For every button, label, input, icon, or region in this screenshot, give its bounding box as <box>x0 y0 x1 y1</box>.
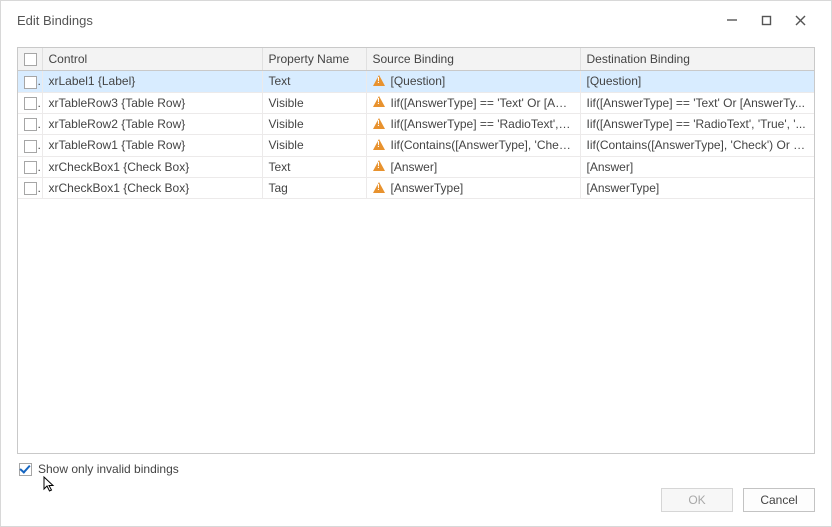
cell-control: xrCheckBox1 {Check Box} <box>42 156 262 177</box>
close-icon <box>795 15 806 26</box>
header-property[interactable]: Property Name <box>262 48 366 71</box>
cell-property: Visible <box>262 135 366 156</box>
content-area: Control Property Name Source Binding Des… <box>1 39 831 526</box>
header-checkbox[interactable] <box>24 53 37 66</box>
warning-icon <box>373 182 385 193</box>
header-control[interactable]: Control <box>42 48 262 71</box>
row-checkbox[interactable] <box>24 161 37 174</box>
row-checkbox[interactable] <box>24 182 37 195</box>
warning-icon <box>373 96 385 107</box>
row-checkbox-cell[interactable] <box>18 135 42 156</box>
cell-destination: [Answer] <box>580 156 814 177</box>
table-row[interactable]: xrTableRow3 {Table Row}Visible Iif([Answe… <box>18 92 814 113</box>
cell-property: Visible <box>262 92 366 113</box>
close-button[interactable] <box>783 6 817 34</box>
bindings-grid[interactable]: Control Property Name Source Binding Des… <box>17 47 815 454</box>
warning-icon <box>373 118 385 129</box>
cell-destination: Iif([AnswerType] == 'RadioText', 'True',… <box>580 113 814 134</box>
header-destination[interactable]: Destination Binding <box>580 48 814 71</box>
header-row: Control Property Name Source Binding Des… <box>18 48 814 71</box>
warning-icon <box>373 139 385 150</box>
cell-source: Iif([AnswerType] == 'Text' Or [Answ... <box>366 92 580 113</box>
cell-control: xrCheckBox1 {Check Box} <box>42 177 262 198</box>
cell-destination: [AnswerType] <box>580 177 814 198</box>
table-row[interactable]: xrCheckBox1 {Check Box}Text [Answer] [Answ… <box>18 156 814 177</box>
table-row[interactable]: xrLabel1 {Label}Text [Question] [Question] <box>18 71 814 92</box>
titlebar: Edit Bindings <box>1 1 831 39</box>
source-text: [Question] <box>391 74 446 88</box>
button-row: OK Cancel <box>17 478 815 512</box>
footer-row: Show only invalid bindings <box>17 454 815 478</box>
show-only-invalid-label: Show only invalid bindings <box>38 462 179 476</box>
cell-control: xrTableRow3 {Table Row} <box>42 92 262 113</box>
maximize-icon <box>761 15 772 26</box>
bindings-table: Control Property Name Source Binding Des… <box>18 48 814 199</box>
cell-destination: Iif(Contains([AnswerType], 'Check') Or C… <box>580 135 814 156</box>
minimize-button[interactable] <box>715 6 749 34</box>
window-title: Edit Bindings <box>17 13 715 28</box>
warning-icon <box>373 160 385 171</box>
row-checkbox-cell[interactable] <box>18 156 42 177</box>
mouse-cursor-icon <box>43 476 57 494</box>
cell-property: Visible <box>262 113 366 134</box>
source-text: Iif([AnswerType] == 'Text' Or [Answ... <box>391 96 574 110</box>
header-checkbox-col[interactable] <box>18 48 42 71</box>
row-checkbox[interactable] <box>24 140 37 153</box>
source-text: [AnswerType] <box>391 181 464 195</box>
cell-source: Iif([AnswerType] == 'RadioText', 'Tr... <box>366 113 580 134</box>
cell-source: [Question] <box>366 71 580 92</box>
row-checkbox-cell[interactable] <box>18 92 42 113</box>
cell-source: [Answer] <box>366 156 580 177</box>
cell-destination: [Question] <box>580 71 814 92</box>
show-only-invalid-checkbox[interactable] <box>19 463 32 476</box>
cell-control: xrTableRow1 {Table Row} <box>42 135 262 156</box>
cell-destination: Iif([AnswerType] == 'Text' Or [AnswerTy.… <box>580 92 814 113</box>
row-checkbox[interactable] <box>24 118 37 131</box>
cell-source: [AnswerType] <box>366 177 580 198</box>
cancel-button[interactable]: Cancel <box>743 488 815 512</box>
table-row[interactable]: xrCheckBox1 {Check Box}Tag [AnswerType] [A… <box>18 177 814 198</box>
warning-icon <box>373 75 385 86</box>
minimize-icon <box>726 14 738 26</box>
dialog-window: Edit Bindings Control Property Name <box>0 0 832 527</box>
maximize-button[interactable] <box>749 6 783 34</box>
header-source[interactable]: Source Binding <box>366 48 580 71</box>
row-checkbox[interactable] <box>24 76 37 89</box>
row-checkbox-cell[interactable] <box>18 71 42 92</box>
cell-property: Text <box>262 156 366 177</box>
cell-control: xrLabel1 {Label} <box>42 71 262 92</box>
cell-property: Text <box>262 71 366 92</box>
cell-property: Tag <box>262 177 366 198</box>
source-text: [Answer] <box>391 160 438 174</box>
source-text: Iif([AnswerType] == 'RadioText', 'Tr... <box>391 117 574 131</box>
source-text: Iif(Contains([AnswerType], 'Check') ... <box>391 138 574 152</box>
cell-source: Iif(Contains([AnswerType], 'Check') ... <box>366 135 580 156</box>
row-checkbox-cell[interactable] <box>18 177 42 198</box>
row-checkbox-cell[interactable] <box>18 113 42 134</box>
ok-button[interactable]: OK <box>661 488 733 512</box>
row-checkbox[interactable] <box>24 97 37 110</box>
cell-control: xrTableRow2 {Table Row} <box>42 113 262 134</box>
table-row[interactable]: xrTableRow1 {Table Row}Visible Iif(Contai… <box>18 135 814 156</box>
table-row[interactable]: xrTableRow2 {Table Row}Visible Iif([Answe… <box>18 113 814 134</box>
